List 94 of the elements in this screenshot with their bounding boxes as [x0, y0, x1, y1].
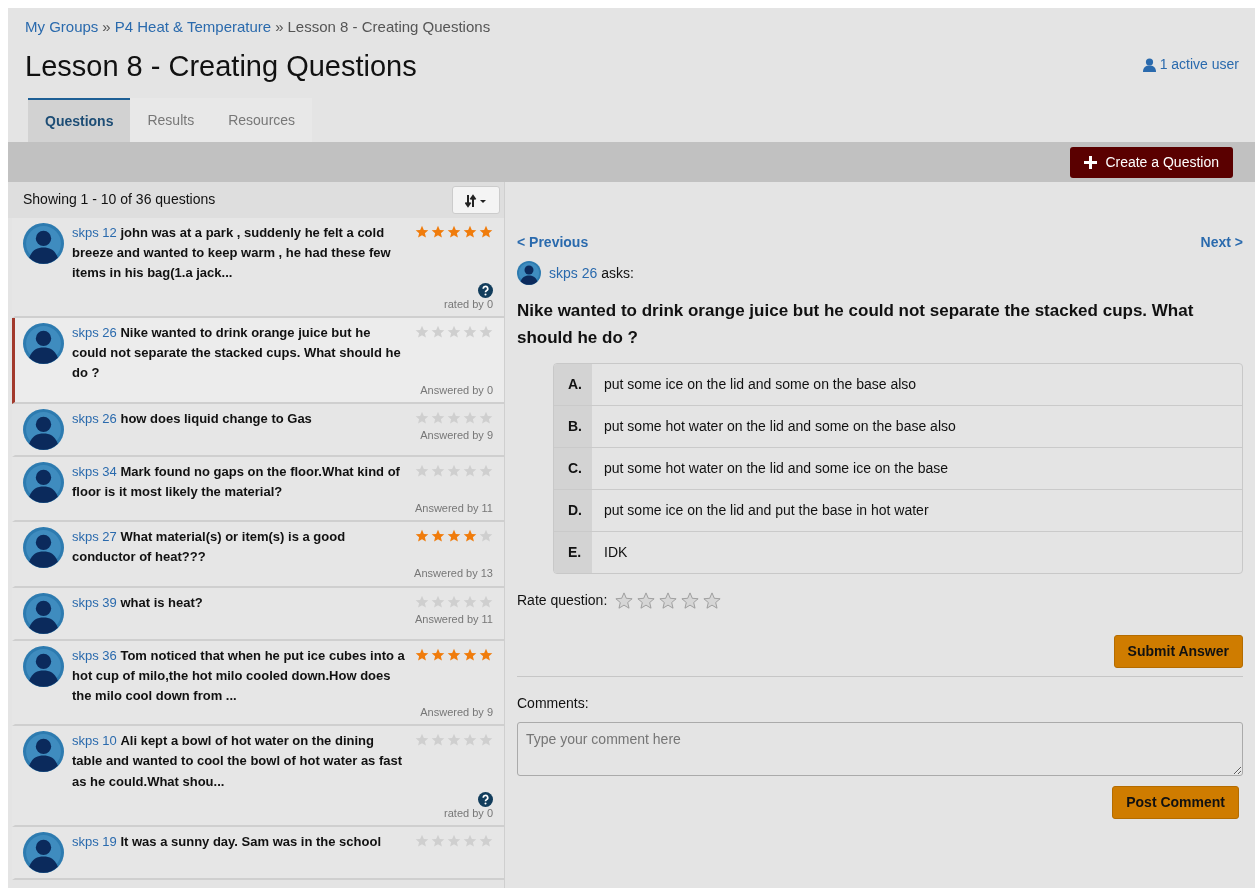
avatar-icon	[23, 461, 64, 503]
star-icon	[463, 647, 477, 662]
rating-count: Answered by 11	[413, 502, 493, 516]
question-summary: skps 34 Mark found no gaps on the floor.What kind of floor is it most likely the material?	[72, 462, 401, 501]
question-summary: skps 19 It was a sunny day. Sam was in the school	[72, 832, 382, 851]
avatar-icon	[23, 592, 64, 634]
star-icon	[463, 325, 477, 340]
author-link[interactable]: skps 27	[72, 529, 117, 545]
breadcrumb-separator: »	[275, 18, 284, 35]
answer-option[interactable]: A. put some ice on the lid and some on the base also	[554, 364, 1242, 407]
star-icon	[479, 647, 493, 662]
star-icon	[463, 529, 477, 544]
previous-link[interactable]: < Previous	[517, 232, 589, 253]
avatar-icon	[23, 731, 64, 773]
answer-option[interactable]: D. put some ice on the lid and put the base in hot water	[554, 490, 1242, 533]
author-link[interactable]: skps 12	[72, 224, 117, 240]
star-icon	[415, 325, 429, 340]
comment-field[interactable]: Type your comment here	[517, 722, 1243, 777]
answer-option[interactable]: C. put some hot water on the lid and some ice on the base	[554, 448, 1242, 491]
help-icon[interactable]	[478, 791, 493, 807]
create-question-button[interactable]: Create a Question	[1070, 146, 1233, 178]
rating-count: Answered by 13	[413, 567, 493, 581]
submit-answer-button[interactable]: Submit Answer	[1113, 635, 1243, 669]
avatar-icon	[23, 831, 64, 873]
post-comment-button[interactable]: Post Comment	[1112, 786, 1239, 820]
list-summary: Showing 1 - 10 of 36 questions	[23, 190, 216, 210]
star-icon	[479, 325, 493, 340]
star-icon	[415, 529, 429, 544]
help-icon[interactable]	[478, 282, 493, 298]
author-link[interactable]: skps 26	[549, 262, 598, 284]
question-summary: skps 12 john was at a park , suddenly he felt a cold breeze and wanted to keep warm , he had these few items in his bag(1.a jack...	[72, 223, 392, 282]
star-icon[interactable]	[659, 591, 678, 610]
star-icon	[447, 224, 461, 239]
user-icon	[1142, 57, 1156, 72]
answer-option[interactable]: E. IDK	[554, 532, 1242, 574]
tab[interactable]: Questions	[28, 98, 131, 142]
star-icon[interactable]	[615, 591, 634, 610]
rating-count: Answered by 9	[419, 706, 493, 720]
star-icon	[431, 647, 445, 662]
star-icon	[447, 325, 461, 340]
avatar-icon	[23, 222, 64, 264]
breadcrumb-link[interactable]: My Groups	[25, 18, 99, 35]
next-link[interactable]: Next >	[1200, 232, 1243, 253]
avatar-icon	[23, 645, 64, 687]
asks-label: asks:	[601, 263, 634, 283]
rating-count: Answered by 0	[419, 383, 493, 397]
question-summary: skps 39 what is heat?	[72, 593, 204, 612]
author-link[interactable]: skps 19	[72, 833, 117, 849]
author-link[interactable]: skps 26	[72, 325, 117, 341]
star-icon[interactable]	[703, 591, 722, 610]
question-summary: skps 27 What material(s) or item(s) is a good conductor of heat???	[72, 528, 347, 567]
question-summary: skps 26 Nike wanted to drink orange juice but he could not separate the stacked cups. What should he do ?	[72, 324, 402, 383]
rate-label: Rate question:	[517, 591, 608, 611]
plus-icon	[1084, 155, 1098, 169]
avatar-icon	[517, 261, 541, 285]
breadcrumb-link[interactable]: P4 Heat & Temperature	[114, 18, 272, 35]
question-text: Nike wanted to drink orange juice but he could not separate the stacked cups. What should he do ?	[517, 300, 1195, 350]
author-link[interactable]: skps 26	[72, 410, 117, 426]
star-icon	[447, 529, 461, 544]
rating-count: Answered by 11	[413, 612, 493, 626]
breadcrumb-separator: »	[102, 18, 111, 35]
star-icon	[415, 647, 429, 662]
author-link[interactable]: skps 10	[72, 733, 117, 749]
star-icon	[479, 224, 493, 239]
avatar-icon	[23, 527, 64, 569]
avatar-icon	[23, 323, 64, 365]
active-users-link[interactable]: 1 active user	[1142, 54, 1239, 75]
answer-option[interactable]: B. put some hot water on the lid and some on the base also	[554, 406, 1242, 449]
question-summary: skps 10 Ali kept a bowl of hot water on the dining table and wanted to cool the bowl of hot water as fast as he could.What shou...	[72, 732, 404, 791]
author-link[interactable]: skps 36	[72, 647, 117, 663]
star-icon	[463, 224, 477, 239]
star-icon[interactable]	[637, 591, 656, 610]
question-item[interactable]: skps 26 Nike wanted to drink orange juice but he could not separate the stacked cups. What should he do ? Answered by 0	[12, 318, 504, 404]
star-icon	[431, 529, 445, 544]
star-icon	[447, 647, 461, 662]
breadcrumb-current: Lesson 8 - Creating Questions	[287, 18, 491, 35]
star-icon	[431, 325, 445, 340]
rating-count: rated by 0	[443, 806, 493, 820]
sort-button[interactable]	[452, 186, 500, 214]
star-icon[interactable]	[681, 591, 700, 610]
author-link[interactable]: skps 34	[72, 463, 117, 479]
tab[interactable]: Results	[130, 98, 212, 142]
star-icon	[431, 224, 445, 239]
page-title: Lesson 8 - Creating Questions	[25, 48, 418, 84]
question-summary: skps 26 how does liquid change to Gas	[72, 409, 313, 428]
avatar-icon	[23, 408, 64, 450]
star-icon	[415, 224, 429, 239]
sort-icon	[465, 193, 487, 208]
question-summary: skps 36 Tom noticed that when he put ice cubes into a hot cup of milo,the hot milo cooled down.How does the milo cool down from ...	[72, 646, 406, 705]
rating-count: Answered by 9	[419, 428, 493, 443]
author-link[interactable]: skps 39	[72, 594, 117, 610]
rating-count: rated by 0	[443, 297, 493, 312]
comments-label: Comments:	[517, 694, 590, 714]
tab[interactable]: Resources	[211, 98, 313, 142]
